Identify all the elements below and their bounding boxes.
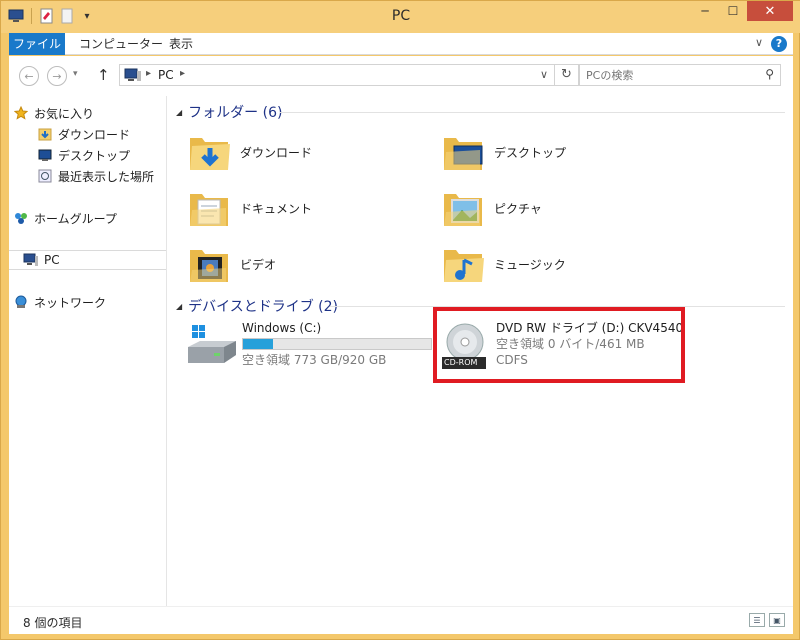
folder-label: デスクトップ xyxy=(494,145,567,160)
folder-tile-desktop[interactable]: デスクトップ xyxy=(440,127,680,177)
breadcrumb-separator-icon[interactable]: ▸ xyxy=(146,68,151,79)
folder-tile-pictures[interactable]: ピクチャ xyxy=(440,183,680,233)
group-divider xyxy=(280,112,785,113)
help-button[interactable]: ? xyxy=(771,36,787,52)
nav-item-homegroup[interactable]: ホームグループ xyxy=(13,208,117,228)
main-panes: お気に入り ダウンロード デスクトップ 最近表示した場所 ホームグループ PC … xyxy=(9,96,793,606)
refresh-button[interactable]: ↻ xyxy=(554,64,578,86)
view-switcher: ☰ ▣ xyxy=(749,613,785,627)
desktop-icon xyxy=(37,147,53,163)
drive-name: Windows (C:) xyxy=(242,321,322,335)
nav-label: ダウンロード xyxy=(58,127,131,142)
nav-label: ホームグループ xyxy=(34,211,117,226)
pc-icon xyxy=(23,252,39,268)
search-input[interactable] xyxy=(586,67,746,83)
pictures-folder-icon xyxy=(440,184,488,232)
group-header-devices[interactable]: ◢ デバイスとドライブ (2) xyxy=(176,295,338,317)
videos-folder-icon xyxy=(186,240,234,288)
nav-item-pc[interactable]: PC xyxy=(9,250,166,270)
pc-icon xyxy=(124,68,142,85)
explorer-window: ▾ PC ─ ☐ ✕ ファイル コンピューター 表示 ∨ ? ← → ▾ ↑ ▸… xyxy=(0,0,800,640)
tab-computer[interactable]: コンピューター xyxy=(79,33,163,55)
homegroup-icon xyxy=(13,210,29,226)
group-title: デバイスとドライブ (2) xyxy=(188,299,339,315)
nav-item-network[interactable]: ネットワーク xyxy=(13,292,106,312)
ribbon-expand-icon[interactable]: ∨ xyxy=(755,36,763,49)
drive-tile-windows[interactable]: Windows (C:) 空き領域 773 GB/920 GB xyxy=(186,321,432,377)
folder-label: ミュージック xyxy=(494,257,566,272)
breadcrumb-separator-icon[interactable]: ▸ xyxy=(180,68,185,79)
folder-label: ドキュメント xyxy=(240,201,313,216)
folder-label: ピクチャ xyxy=(494,201,542,216)
documents-folder-icon xyxy=(186,184,234,232)
drive-free-space: 空き領域 773 GB/920 GB xyxy=(242,353,387,367)
drive-info: Windows (C:) 空き領域 773 GB/920 GB xyxy=(242,321,432,377)
nav-label: ネットワーク xyxy=(34,295,107,310)
navigation-bar: ← → ▾ ↑ ▸ PC ▸ ∨ ↻ ⚲ xyxy=(9,56,793,96)
drive-usage-bar xyxy=(242,338,432,350)
item-count: 8 個の項目 xyxy=(23,616,83,630)
address-dropdown-icon[interactable]: ∨ xyxy=(540,68,548,81)
folder-tile-music[interactable]: ミュージック xyxy=(440,239,680,289)
status-bar: 8 個の項目 ☰ ▣ xyxy=(9,606,793,634)
details-view-icon[interactable]: ☰ xyxy=(749,613,765,627)
nav-label: PC xyxy=(44,253,60,267)
recent-places-icon xyxy=(37,168,53,184)
window-controls: ─ ☐ ✕ xyxy=(691,1,793,21)
large-icons-view-icon[interactable]: ▣ xyxy=(769,613,785,627)
search-box[interactable]: ⚲ xyxy=(579,64,781,86)
up-button[interactable]: ↑ xyxy=(97,66,110,84)
collapse-triangle-icon[interactable]: ◢ xyxy=(176,108,182,117)
group-header-folders[interactable]: ◢ フォルダー (6) xyxy=(176,101,282,123)
downloads-folder-icon xyxy=(186,128,234,176)
nav-item-recent[interactable]: 最近表示した場所 xyxy=(37,166,154,186)
minimize-button[interactable]: ─ xyxy=(691,1,719,21)
ribbon-tabs: ファイル コンピューター 表示 ∨ ? xyxy=(9,33,793,55)
search-icon[interactable]: ⚲ xyxy=(765,67,774,81)
window-title: PC xyxy=(391,8,411,24)
folder-tile-downloads[interactable]: ダウンロード xyxy=(186,127,426,177)
nav-label: お気に入り xyxy=(34,106,95,121)
nav-label: デスクトップ xyxy=(58,148,131,163)
navigation-pane: お気に入り ダウンロード デスクトップ 最近表示した場所 ホームグループ PC … xyxy=(9,96,167,606)
address-bar[interactable]: ▸ PC ▸ ∨ ↻ xyxy=(119,64,579,86)
network-icon xyxy=(13,294,29,310)
highlight-box xyxy=(433,307,685,383)
maximize-button[interactable]: ☐ xyxy=(719,1,747,21)
nav-item-favorites[interactable]: お気に入り xyxy=(13,103,94,123)
star-icon xyxy=(13,105,29,121)
downloads-icon xyxy=(37,126,53,142)
music-folder-icon xyxy=(440,240,488,288)
collapse-triangle-icon[interactable]: ◢ xyxy=(176,302,182,311)
forward-button[interactable]: → xyxy=(47,66,67,86)
tab-view[interactable]: 表示 xyxy=(169,33,193,55)
title-bar: ▾ PC ─ ☐ ✕ xyxy=(1,1,800,33)
folder-label: ビデオ xyxy=(240,257,277,272)
desktop-folder-icon xyxy=(440,128,488,176)
nav-item-desktop[interactable]: デスクトップ xyxy=(37,145,130,165)
back-button[interactable]: ← xyxy=(19,66,39,86)
tab-file[interactable]: ファイル xyxy=(9,33,65,55)
hard-drive-icon xyxy=(186,321,238,373)
breadcrumb-pc[interactable]: PC xyxy=(158,68,174,82)
drive-usage-fill xyxy=(243,339,274,349)
folder-tile-documents[interactable]: ドキュメント xyxy=(186,183,426,233)
folder-label: ダウンロード xyxy=(240,145,313,160)
close-button[interactable]: ✕ xyxy=(747,1,793,21)
nav-item-downloads[interactable]: ダウンロード xyxy=(37,124,130,144)
recent-locations-dropdown-icon[interactable]: ▾ xyxy=(73,69,78,79)
folder-tile-videos[interactable]: ビデオ xyxy=(186,239,426,289)
group-title: フォルダー (6) xyxy=(188,105,283,121)
nav-label: 最近表示した場所 xyxy=(58,169,155,184)
